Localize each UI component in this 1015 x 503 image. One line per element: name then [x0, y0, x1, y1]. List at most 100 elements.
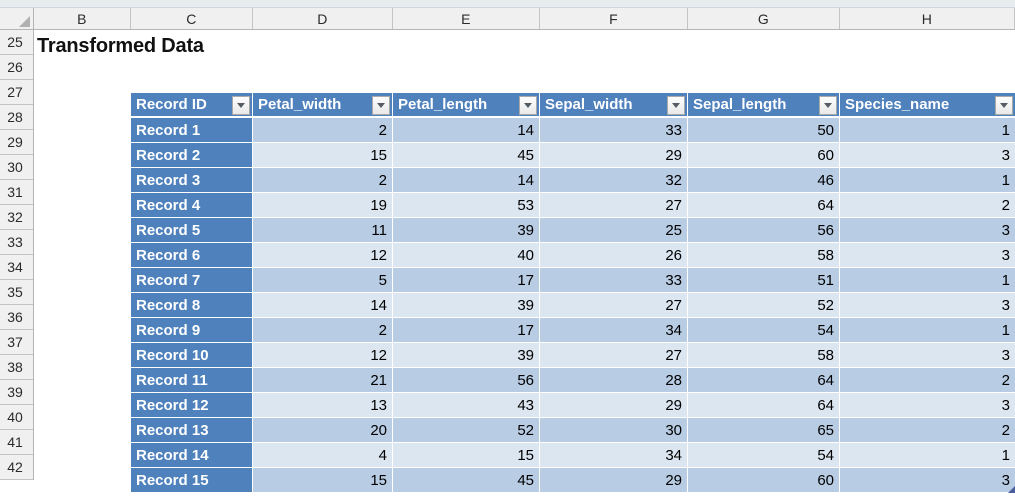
row-header-42[interactable]: 42 — [0, 455, 33, 480]
cell-species-name[interactable]: 3 — [840, 243, 1015, 268]
cell-petal-length[interactable]: 17 — [393, 318, 540, 343]
cell-species-name[interactable]: 3 — [840, 343, 1015, 368]
table-row[interactable]: Record 10123927583 — [131, 343, 1015, 368]
row-header-36[interactable]: 36 — [0, 305, 33, 330]
cell-sepal-length[interactable]: 64 — [688, 393, 840, 418]
cell-species-name[interactable]: 3 — [840, 468, 1015, 493]
column-header-G[interactable]: G — [688, 8, 840, 29]
cell-species-name[interactable]: 3 — [840, 143, 1015, 168]
cell-sepal-length[interactable]: 64 — [688, 193, 840, 218]
row-header-41[interactable]: 41 — [0, 430, 33, 455]
row-header-37[interactable]: 37 — [0, 330, 33, 355]
cell-species-name[interactable]: 3 — [840, 293, 1015, 318]
cell-species-name[interactable]: 1 — [840, 118, 1015, 143]
filter-dropdown-species-name[interactable] — [995, 96, 1013, 115]
table-row[interactable]: Record 321432461 — [131, 168, 1015, 193]
cell-sepal-width[interactable]: 30 — [540, 418, 688, 443]
cell-petal-length[interactable]: 45 — [393, 143, 540, 168]
column-header-B[interactable]: B — [34, 8, 131, 29]
cell-petal-width[interactable]: 14 — [253, 293, 393, 318]
cell-record-id[interactable]: Record 4 — [131, 193, 253, 218]
cell-petal-width[interactable]: 15 — [253, 468, 393, 493]
cell-petal-length[interactable]: 39 — [393, 218, 540, 243]
table-row[interactable]: Record 751733511 — [131, 268, 1015, 293]
cell-record-id[interactable]: Record 11 — [131, 368, 253, 393]
row-header-32[interactable]: 32 — [0, 205, 33, 230]
row-header-33[interactable]: 33 — [0, 230, 33, 255]
cell-petal-length[interactable]: 14 — [393, 168, 540, 193]
filter-dropdown-petal-length[interactable] — [519, 96, 537, 115]
row-header-35[interactable]: 35 — [0, 280, 33, 305]
column-header-E[interactable]: E — [393, 8, 540, 29]
cell-sepal-width[interactable]: 33 — [540, 268, 688, 293]
cell-record-id[interactable]: Record 13 — [131, 418, 253, 443]
cell-species-name[interactable]: 1 — [840, 443, 1015, 468]
cell-record-id[interactable]: Record 7 — [131, 268, 253, 293]
cell-petal-length[interactable]: 53 — [393, 193, 540, 218]
table-row[interactable]: Record 11215628642 — [131, 368, 1015, 393]
cell-petal-length[interactable]: 52 — [393, 418, 540, 443]
cell-petal-width[interactable]: 20 — [253, 418, 393, 443]
select-all-corner[interactable] — [0, 8, 34, 29]
filter-dropdown-sepal-length[interactable] — [819, 96, 837, 115]
cell-sepal-length[interactable]: 54 — [688, 443, 840, 468]
table-row[interactable]: Record 12134329643 — [131, 393, 1015, 418]
cell-species-name[interactable]: 1 — [840, 168, 1015, 193]
cell-sepal-length[interactable]: 60 — [688, 468, 840, 493]
column-header-sepal-length[interactable]: Sepal_length — [688, 93, 840, 118]
cell-species-name[interactable]: 2 — [840, 193, 1015, 218]
table-row[interactable]: Record 4195327642 — [131, 193, 1015, 218]
cell-petal-length[interactable]: 39 — [393, 293, 540, 318]
cell-petal-length[interactable]: 40 — [393, 243, 540, 268]
cell-sepal-length[interactable]: 46 — [688, 168, 840, 193]
cell-petal-width[interactable]: 11 — [253, 218, 393, 243]
cell-sepal-length[interactable]: 64 — [688, 368, 840, 393]
cell-record-id[interactable]: Record 6 — [131, 243, 253, 268]
row-header-31[interactable]: 31 — [0, 180, 33, 205]
column-header-F[interactable]: F — [540, 8, 688, 29]
cell-species-name[interactable]: 2 — [840, 418, 1015, 443]
cell-record-id[interactable]: Record 2 — [131, 143, 253, 168]
cell-species-name[interactable]: 3 — [840, 393, 1015, 418]
cell-sepal-length[interactable]: 56 — [688, 218, 840, 243]
table-row[interactable]: Record 13205230652 — [131, 418, 1015, 443]
column-header-D[interactable]: D — [253, 8, 393, 29]
cell-sepal-width[interactable]: 29 — [540, 143, 688, 168]
cell-sepal-length[interactable]: 58 — [688, 243, 840, 268]
column-header-species-name[interactable]: Species_name — [840, 93, 1015, 118]
table-row[interactable]: Record 8143927523 — [131, 293, 1015, 318]
column-header-petal-length[interactable]: Petal_length — [393, 93, 540, 118]
table-row[interactable]: Record 921734541 — [131, 318, 1015, 343]
cell-petal-width[interactable]: 12 — [253, 343, 393, 368]
cell-species-name[interactable]: 1 — [840, 268, 1015, 293]
row-header-28[interactable]: 28 — [0, 105, 33, 130]
cell-record-id[interactable]: Record 8 — [131, 293, 253, 318]
row-header-29[interactable]: 29 — [0, 130, 33, 155]
row-header-39[interactable]: 39 — [0, 380, 33, 405]
cell-petal-width[interactable]: 4 — [253, 443, 393, 468]
cell-petal-width[interactable]: 5 — [253, 268, 393, 293]
cell-petal-length[interactable]: 15 — [393, 443, 540, 468]
table-row[interactable]: Record 15154529603 — [131, 468, 1015, 493]
cell-sepal-width[interactable]: 29 — [540, 393, 688, 418]
cell-petal-width[interactable]: 12 — [253, 243, 393, 268]
cell-sepal-width[interactable]: 34 — [540, 318, 688, 343]
cell-species-name[interactable]: 2 — [840, 368, 1015, 393]
cell-sepal-length[interactable]: 65 — [688, 418, 840, 443]
column-header-H[interactable]: H — [840, 8, 1015, 29]
cell-sepal-length[interactable]: 54 — [688, 318, 840, 343]
table-row[interactable]: Record 1441534541 — [131, 443, 1015, 468]
cell-record-id[interactable]: Record 12 — [131, 393, 253, 418]
cell-record-id[interactable]: Record 10 — [131, 343, 253, 368]
row-header-25[interactable]: 25 — [0, 30, 33, 55]
cell-petal-length[interactable]: 39 — [393, 343, 540, 368]
table-row[interactable]: Record 6124026583 — [131, 243, 1015, 268]
filter-dropdown-sepal-width[interactable] — [667, 96, 685, 115]
row-header-26[interactable]: 26 — [0, 55, 33, 80]
cell-sepal-width[interactable]: 27 — [540, 293, 688, 318]
cell-petal-width[interactable]: 21 — [253, 368, 393, 393]
cell-petal-width[interactable]: 2 — [253, 168, 393, 193]
cell-sepal-width[interactable]: 33 — [540, 118, 688, 143]
row-header-27[interactable]: 27 — [0, 80, 33, 105]
cell-sepal-width[interactable]: 32 — [540, 168, 688, 193]
